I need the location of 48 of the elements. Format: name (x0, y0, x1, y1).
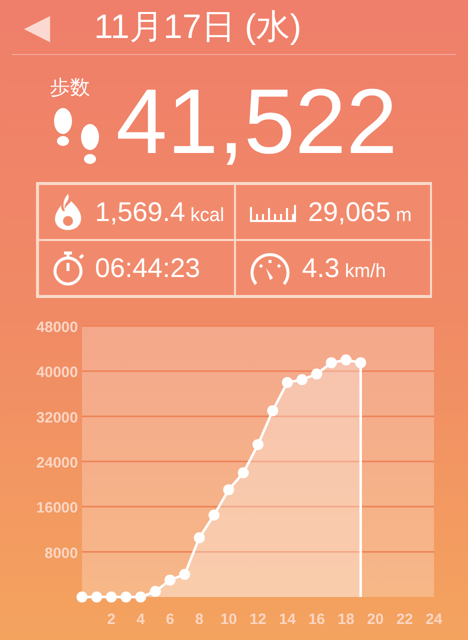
steps-label: 歩数 (50, 74, 90, 102)
data-point (194, 532, 205, 544)
y-axis-label: 16000 (36, 500, 78, 517)
stat-value: 29,065 m (308, 196, 412, 228)
x-axis-label: 22 (396, 611, 413, 628)
x-axis-label: 10 (220, 611, 237, 628)
y-axis-label: 48000 (36, 319, 78, 336)
data-point (238, 467, 249, 478)
y-axis-label: 8000 (44, 544, 78, 562)
data-point (76, 592, 88, 602)
y-axis-label: 40000 (36, 364, 78, 382)
x-axis-label: 8 (195, 611, 204, 628)
x-axis-label: 4 (136, 611, 145, 628)
data-point (340, 354, 352, 366)
y-axis-label: 24000 (36, 454, 78, 472)
x-axis-label: 14 (279, 611, 296, 628)
back-button[interactable]: ◀ (24, 10, 50, 44)
x-axis-label: 12 (250, 611, 266, 628)
data-point (91, 592, 102, 602)
x-axis-label: 24 (426, 611, 442, 628)
data-point (208, 510, 220, 521)
data-point (223, 484, 234, 496)
data-point (296, 374, 308, 386)
data-point (135, 592, 146, 602)
data-point (252, 439, 264, 450)
data-point (267, 405, 278, 416)
x-axis-label: 18 (338, 611, 354, 628)
x-axis-label: 16 (308, 611, 325, 628)
data-point (106, 592, 117, 602)
data-point (326, 357, 337, 368)
data-point (179, 568, 190, 580)
data-point (282, 376, 293, 388)
y-axis-label: 32000 (36, 409, 78, 426)
data-point (120, 592, 132, 602)
data-point (355, 357, 366, 368)
data-point (150, 586, 161, 597)
stopwatch-icon (51, 249, 85, 287)
ruler-icon (248, 202, 298, 222)
x-axis-label: 6 (166, 611, 174, 628)
step-count: 41,522 (116, 76, 398, 168)
x-axis-label: 20 (367, 611, 384, 628)
data-point (311, 368, 322, 380)
stat-value: 06:44:23 (95, 252, 200, 284)
data-point (164, 574, 176, 586)
date-title: 11月17日 (水) (94, 7, 302, 48)
stat-value: 1,569.4 kcal (95, 196, 224, 228)
x-axis-label: 2 (107, 611, 116, 628)
stat-value: 4.3 km/h (302, 252, 386, 284)
